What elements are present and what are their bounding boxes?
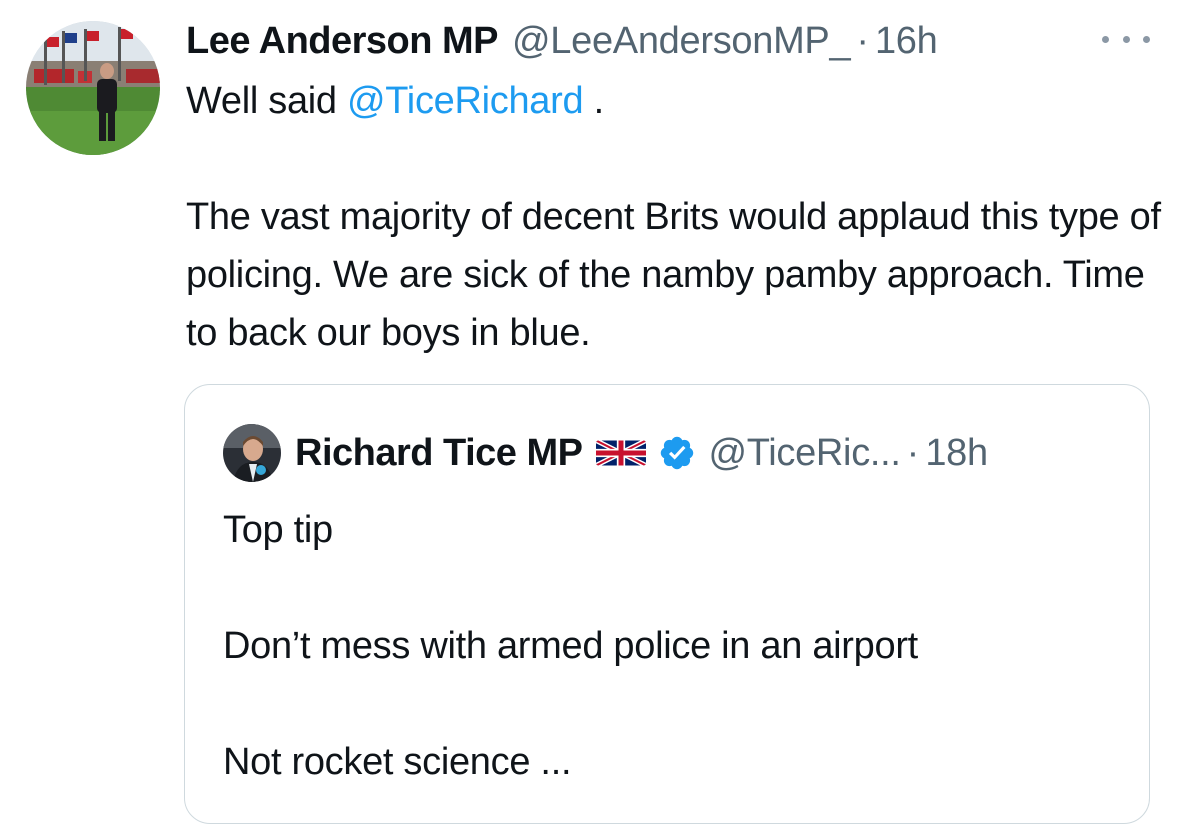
tweet-body: The vast majority of decent Brits would … <box>186 196 1161 354</box>
more-options-icon <box>1143 35 1150 43</box>
author-handle[interactable]: @LeeAndersonMP_ <box>512 18 851 64</box>
more-options-icon <box>1102 35 1109 43</box>
tweet-first-line: Well said @TiceRichard . <box>186 72 1161 130</box>
separator-dot: · <box>906 431 920 474</box>
uk-flag-icon <box>596 439 647 467</box>
author-avatar[interactable] <box>26 21 160 155</box>
more-options-icon <box>1122 35 1130 43</box>
quoted-line-1: Top tip <box>223 509 333 551</box>
quoted-author-display-name[interactable]: Richard Tice MP <box>295 432 583 475</box>
author-display-name[interactable]: Lee Anderson MP <box>186 18 499 64</box>
quoted-line-2: Don’t mess with armed police in an airpo… <box>223 625 918 667</box>
more-options-button[interactable] <box>1102 24 1150 54</box>
separator-dot: · <box>856 20 869 62</box>
quoted-author-handle[interactable]: @TiceRic... <box>708 432 901 475</box>
tweet-timestamp[interactable]: 16h <box>875 18 938 64</box>
quoted-line-3: Not rocket science ... <box>223 741 572 783</box>
verified-badge-icon[interactable] <box>658 434 696 472</box>
tweet-text-prefix: Well said <box>186 80 348 122</box>
quoted-tweet-timestamp[interactable]: 18h <box>925 432 988 475</box>
tweet-text: Well said @TiceRichard . The vast majori… <box>186 72 1161 362</box>
profile-photo-icon <box>26 21 160 155</box>
tweet-text-suffix: . <box>583 80 605 122</box>
tweet-header: Lee Anderson MP @LeeAndersonMP_ · 16h <box>186 18 938 64</box>
quoted-tweet-card[interactable]: Richard Tice MP @TiceRic... · 18h Top ti… <box>184 384 1150 824</box>
quoted-tweet-header: Richard Tice MP @TiceRic... · 18h <box>223 423 988 483</box>
mention-link[interactable]: @TiceRichard <box>347 80 584 122</box>
quoted-tweet-text: Top tip Don’t mess with armed police in … <box>223 501 1123 791</box>
quoted-author-avatar[interactable] <box>223 424 281 482</box>
profile-photo-icon <box>223 424 281 482</box>
